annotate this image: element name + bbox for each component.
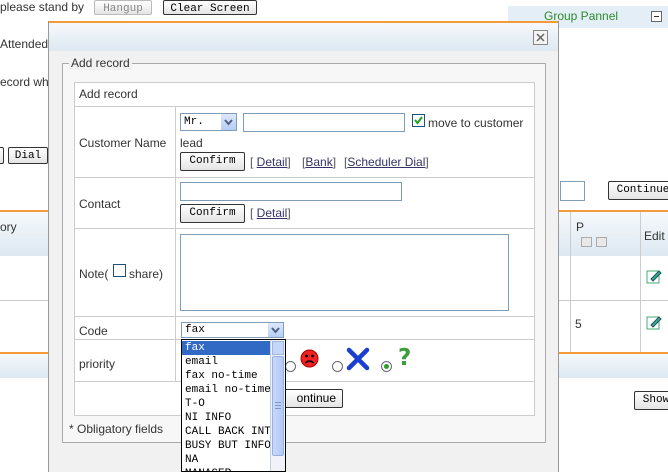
close-icon[interactable]: [533, 30, 548, 45]
standby-text: please stand by: [0, 0, 85, 14]
code-select[interactable]: fax: [181, 322, 284, 338]
code-option[interactable]: MANAGER: [182, 467, 270, 471]
dial-button[interactable]: Dial: [8, 147, 48, 164]
edit-icon[interactable]: [646, 314, 662, 330]
priority-radio-2[interactable]: [332, 361, 343, 372]
confirm-button[interactable]: Confirm: [180, 152, 245, 171]
code-option[interactable]: fax: [182, 341, 270, 355]
scroll-thumb[interactable]: [272, 356, 284, 456]
sad-face-icon: [300, 349, 319, 368]
minimize-icon[interactable]: [651, 11, 662, 22]
priority-radio-3[interactable]: [381, 361, 392, 372]
x-mark-icon: [346, 347, 370, 371]
code-option[interactable]: T-O: [182, 397, 270, 411]
lead-text: lead: [180, 136, 203, 150]
code-option[interactable]: NA: [182, 453, 270, 467]
show-button[interactable]: Show: [634, 391, 668, 410]
detail-link[interactable]: Detail: [257, 155, 288, 169]
dialog-titlebar: [49, 23, 558, 51]
edit-column-header: Edit: [644, 229, 665, 243]
continue-button[interactable]: ontinue: [277, 389, 343, 408]
code-option[interactable]: BUSY BUT INFO: [182, 439, 271, 453]
code-option[interactable]: fax no-time: [182, 369, 270, 383]
priority-radio-1[interactable]: [285, 361, 296, 372]
scheduler-dial-link[interactable]: Scheduler Dial: [347, 155, 425, 169]
customer-name-input[interactable]: [243, 113, 405, 132]
move-to-customer-label: move to customer: [428, 116, 524, 130]
history-column-header: ory: [0, 220, 17, 234]
contact-label: Contact: [79, 197, 121, 211]
edit-icon[interactable]: [646, 268, 662, 284]
bank-link[interactable]: Bank: [305, 155, 332, 169]
add-record-dialog: Add record Add record Customer Name Mr. …: [48, 21, 559, 472]
partial-button[interactable]: [0, 147, 4, 164]
share-checkbox[interactable]: [113, 264, 126, 277]
hangup-button[interactable]: Hangup: [94, 0, 152, 15]
background-input[interactable]: [560, 181, 585, 201]
obligatory-fields-text: * Obligatory fields: [69, 422, 164, 436]
fieldset-legend: Add record: [69, 56, 132, 70]
move-to-customer-checkbox[interactable]: [412, 114, 425, 127]
contact-input[interactable]: [180, 182, 402, 201]
dropdown-scrollbar[interactable]: [270, 340, 285, 471]
note-label: Note(: [79, 267, 109, 281]
background-continue-button[interactable]: Continue: [608, 181, 668, 200]
attended-text: Attended: [0, 37, 49, 51]
sort-up-icon[interactable]: [581, 237, 592, 247]
contact-detail-link[interactable]: Detail: [257, 206, 288, 220]
contact-confirm-button[interactable]: Confirm: [180, 204, 245, 223]
dropdown-arrow-icon[interactable]: [221, 114, 236, 130]
p-column-header: P: [576, 220, 585, 234]
code-option[interactable]: NI INFO: [182, 411, 270, 425]
code-option[interactable]: email no-time: [182, 383, 271, 397]
record-text: ecord wh: [0, 75, 49, 89]
priority-label: priority: [79, 357, 116, 371]
code-dropdown-list[interactable]: fax email fax no-time email no-time T-O NI IN…: [181, 339, 286, 472]
sort-down-icon[interactable]: [596, 237, 607, 247]
code-option[interactable]: email: [182, 355, 270, 369]
dropdown-arrow-icon[interactable]: [268, 323, 283, 337]
title-select[interactable]: Mr.: [180, 113, 237, 131]
customer-name-label: Customer Name: [79, 136, 167, 150]
code-label: Code: [79, 324, 108, 338]
question-icon: ?: [398, 345, 412, 371]
section-title: Add record: [79, 87, 138, 101]
note-textarea[interactable]: [180, 234, 509, 311]
share-label: share): [129, 267, 164, 281]
clear-screen-button[interactable]: Clear Screen: [163, 0, 257, 15]
code-option[interactable]: CALL BACK INT: [182, 425, 271, 439]
scroll-up-icon[interactable]: [272, 341, 284, 355]
row-p-value: 5: [575, 317, 582, 331]
